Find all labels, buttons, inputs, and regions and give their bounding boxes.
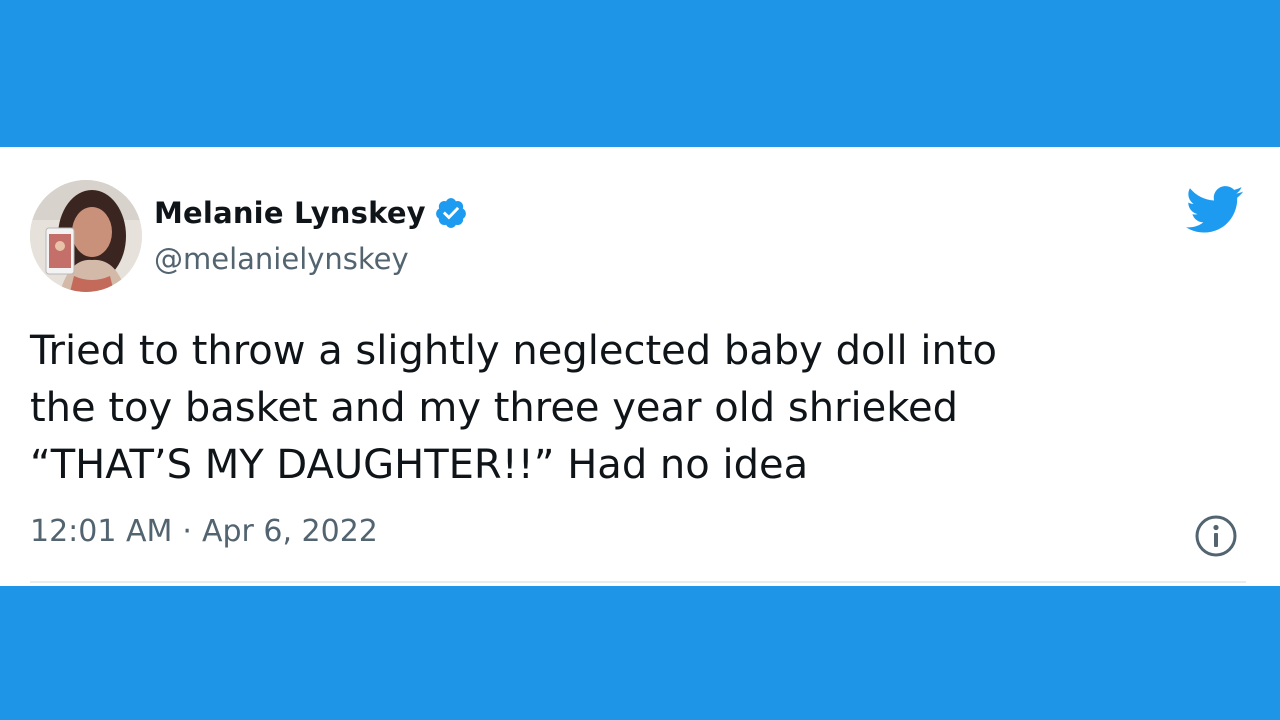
tweet-timestamp[interactable]: 12:01 AM · Apr 6, 2022	[30, 514, 378, 549]
avatar-photo	[30, 180, 142, 292]
verified-badge-icon	[435, 198, 466, 228]
tweet-time: 12:01 AM	[30, 514, 173, 549]
tweet-text-line: “THAT’S MY DAUGHTER!!” Had no idea	[30, 442, 809, 488]
timestamp-separator: ·	[182, 514, 192, 549]
author-display-name[interactable]: Melanie Lynskey	[154, 196, 426, 230]
divider	[30, 581, 1246, 583]
author-handle[interactable]: @melanielynskey	[154, 242, 409, 276]
tweet-date: Apr 6, 2022	[201, 514, 378, 549]
author-name-row: Melanie Lynskey	[154, 193, 468, 233]
tweet-text-line: Tried to throw a slightly neglected baby…	[30, 328, 997, 374]
info-icon[interactable]	[1194, 514, 1238, 558]
tweet-text: Tried to throw a slightly neglected baby…	[30, 323, 1230, 494]
twitter-bird-icon[interactable]	[1186, 185, 1244, 235]
avatar[interactable]	[30, 180, 142, 292]
tweet-card: Melanie Lynskey @melanielynskey Tried to…	[0, 147, 1280, 586]
tweet-text-line: the toy basket and my three year old shr…	[30, 385, 958, 431]
